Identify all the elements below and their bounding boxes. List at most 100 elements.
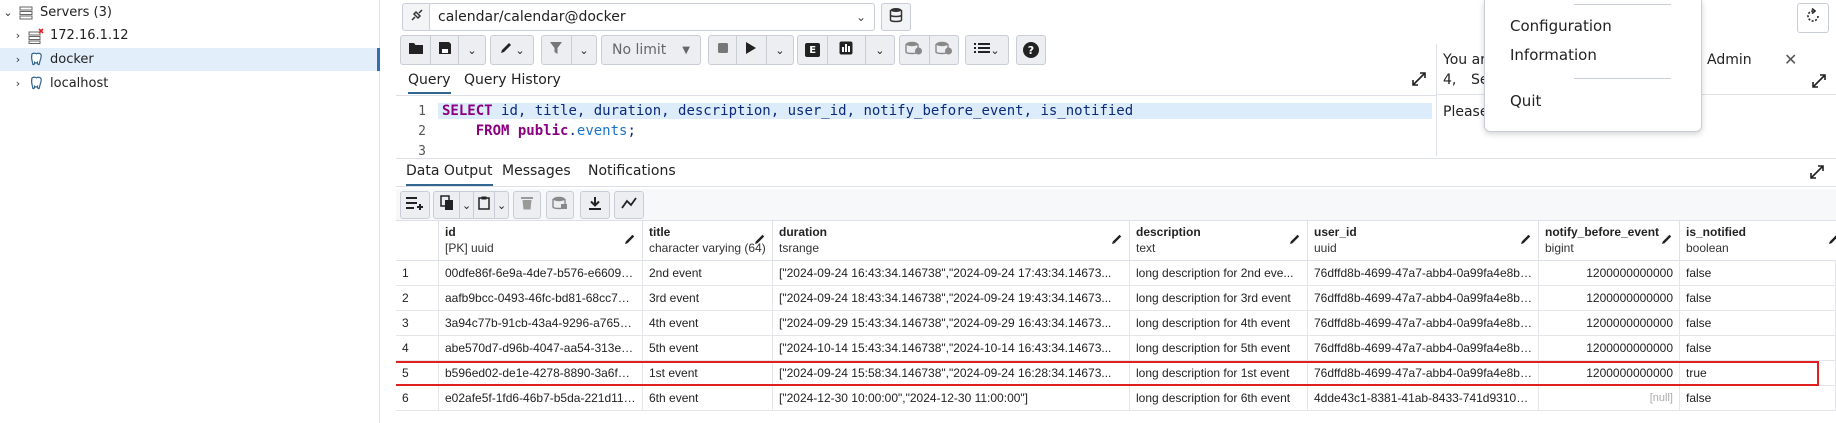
column-header-id[interactable]: id [PK] uuid bbox=[439, 221, 643, 261]
chevron-right-icon[interactable]: › bbox=[10, 29, 26, 42]
row-number[interactable]: 1 bbox=[396, 261, 439, 286]
filter-button[interactable] bbox=[542, 36, 571, 64]
paste-button[interactable] bbox=[472, 192, 494, 218]
filter-dropdown-button[interactable]: ⌄ bbox=[570, 36, 596, 64]
new-connection-button[interactable] bbox=[881, 3, 911, 31]
limit-select[interactable]: No limit ▼ bbox=[601, 35, 701, 65]
menu-item-configuration[interactable]: Configuration bbox=[1510, 17, 1612, 35]
cell-id[interactable]: 00dfe86f-6e9a-4de7-b576-e6609e5063... bbox=[439, 261, 643, 286]
cell-notify-before-event[interactable]: 1200000000000 bbox=[1539, 311, 1680, 336]
pencil-icon[interactable] bbox=[624, 233, 636, 249]
cell-duration[interactable]: ["2024-09-29 15:43:34.146738","2024-09-2… bbox=[773, 311, 1130, 336]
download-button[interactable] bbox=[580, 191, 610, 219]
cell-notify-before-event[interactable]: 1200000000000 bbox=[1539, 361, 1680, 386]
cell-user-id[interactable]: 76dffd8b-4699-47a7-abb4-0a99fa4e8b3b bbox=[1308, 311, 1539, 336]
cell-is-notified[interactable]: true bbox=[1680, 361, 1836, 386]
cell-duration[interactable]: ["2024-09-24 15:58:34.146738","2024-09-2… bbox=[773, 361, 1130, 386]
pencil-icon[interactable] bbox=[1661, 233, 1673, 249]
cell-duration[interactable]: ["2024-09-24 18:43:34.146738","2024-09-2… bbox=[773, 286, 1130, 311]
tree-item-servers[interactable]: ⌄ Servers (3) bbox=[0, 1, 112, 24]
cell-is-notified[interactable]: false bbox=[1680, 311, 1836, 336]
pencil-icon[interactable] bbox=[1111, 233, 1123, 249]
cell-id[interactable]: b596ed02-de1e-4278-8890-3a6f386b3... bbox=[439, 361, 643, 386]
table-row-highlighted[interactable]: 5 b596ed02-de1e-4278-8890-3a6f386b3... 1… bbox=[396, 361, 1836, 386]
cell-notify-before-event[interactable]: 1200000000000 bbox=[1539, 286, 1680, 311]
commit-button[interactable] bbox=[900, 36, 929, 64]
cell-description[interactable]: long description for 4th event bbox=[1130, 311, 1308, 336]
cell-id[interactable]: 3a94c77b-91cb-43a4-9296-a7650a337... bbox=[439, 311, 643, 336]
column-header-notify-before-event[interactable]: notify_before_event bigint bbox=[1539, 221, 1680, 261]
save-data-button[interactable] bbox=[546, 191, 574, 219]
menu-item-information[interactable]: Information bbox=[1510, 46, 1597, 64]
cell-duration[interactable]: ["2024-12-30 10:00:00","2024-12-30 11:00… bbox=[773, 386, 1130, 411]
pencil-icon[interactable] bbox=[1828, 233, 1836, 249]
cell-title[interactable]: 3rd event bbox=[643, 286, 773, 311]
edit-button[interactable]: ⌄ bbox=[490, 35, 534, 65]
cell-description[interactable]: long description for 6th event bbox=[1130, 386, 1308, 411]
paste-dropdown-button[interactable]: ⌄ bbox=[494, 192, 508, 218]
connection-status-button[interactable] bbox=[402, 3, 432, 31]
cell-duration[interactable]: ["2024-09-24 16:43:34.146738","2024-09-2… bbox=[773, 261, 1130, 286]
cell-id[interactable]: e02afe5f-1fd6-46b7-b5da-221d11fc7890 bbox=[439, 386, 643, 411]
pencil-icon[interactable] bbox=[754, 233, 766, 249]
cell-user-id[interactable]: 76dffd8b-4699-47a7-abb4-0a99fa4e8b3b bbox=[1308, 361, 1539, 386]
delete-button[interactable] bbox=[513, 191, 541, 219]
pencil-icon[interactable] bbox=[1520, 233, 1532, 249]
save-file-button[interactable] bbox=[430, 36, 458, 64]
connection-select[interactable]: calendar/calendar@docker ⌄ bbox=[429, 3, 875, 31]
cell-is-notified[interactable]: false bbox=[1680, 286, 1836, 311]
cell-user-id[interactable]: 76dffd8b-4699-47a7-abb4-0a99fa4e8b3b bbox=[1308, 286, 1539, 311]
copy-dropdown-button[interactable]: ⌄ bbox=[459, 192, 473, 218]
cell-notify-before-event[interactable]: 1200000000000 bbox=[1539, 336, 1680, 361]
explain-analyze-button[interactable] bbox=[827, 36, 864, 64]
cell-title[interactable]: 4th event bbox=[643, 311, 773, 336]
tree-item-docker[interactable]: › docker bbox=[0, 48, 380, 71]
stop-button[interactable] bbox=[709, 36, 736, 64]
cell-title[interactable]: 2nd event bbox=[643, 261, 773, 286]
cell-user-id[interactable]: 76dffd8b-4699-47a7-abb4-0a99fa4e8b3b bbox=[1308, 336, 1539, 361]
tree-item-localhost[interactable]: › localhost bbox=[10, 72, 109, 95]
pencil-icon[interactable] bbox=[1289, 233, 1301, 249]
cell-id[interactable]: aafb9bcc-0493-46fc-bd81-68cc75a15a... bbox=[439, 286, 643, 311]
tab-messages[interactable]: Messages bbox=[502, 163, 571, 179]
cell-description[interactable]: long description for 2nd eve... bbox=[1130, 261, 1308, 286]
save-dropdown-button[interactable]: ⌄ bbox=[458, 36, 485, 64]
column-header-duration[interactable]: duration tsrange bbox=[773, 221, 1130, 261]
table-row[interactable]: 4 abe570d7-d96b-4047-aa54-313ef73ed... 5… bbox=[396, 336, 1836, 361]
rollback-button[interactable] bbox=[928, 36, 958, 64]
cell-is-notified[interactable]: false bbox=[1680, 336, 1836, 361]
column-header-description[interactable]: description text bbox=[1130, 221, 1308, 261]
explain-button[interactable]: E bbox=[798, 36, 827, 64]
macros-button[interactable]: ⌄ bbox=[965, 35, 1009, 65]
refresh-button[interactable] bbox=[1797, 3, 1829, 33]
row-number[interactable]: 4 bbox=[396, 336, 439, 361]
row-number[interactable]: 5 bbox=[396, 361, 439, 386]
row-number[interactable]: 3 bbox=[396, 311, 439, 336]
cell-description[interactable]: long description for 1st event bbox=[1130, 361, 1308, 386]
row-number[interactable]: 6 bbox=[396, 386, 439, 411]
tab-notifications[interactable]: Notifications bbox=[588, 163, 676, 179]
cell-notify-before-event[interactable]: [null] bbox=[1539, 386, 1680, 411]
cell-title[interactable]: 6th event bbox=[643, 386, 773, 411]
expand-icon[interactable] bbox=[1810, 165, 1824, 183]
cell-is-notified[interactable]: false bbox=[1680, 261, 1836, 286]
table-row[interactable]: 6 e02afe5f-1fd6-46b7-b5da-221d11fc7890 6… bbox=[396, 386, 1836, 411]
cell-title[interactable]: 5th event bbox=[643, 336, 773, 361]
cell-user-id[interactable]: 76dffd8b-4699-47a7-abb4-0a99fa4e8b3b bbox=[1308, 261, 1539, 286]
column-header-title[interactable]: title character varying (64) bbox=[643, 221, 773, 261]
cell-notify-before-event[interactable]: 1200000000000 bbox=[1539, 261, 1680, 286]
cell-title[interactable]: 1st event bbox=[643, 361, 773, 386]
graph-visualiser-button[interactable] bbox=[614, 191, 644, 219]
cell-description[interactable]: long description for 5th event bbox=[1130, 336, 1308, 361]
chevron-right-icon[interactable]: › bbox=[10, 53, 26, 66]
tab-data-output[interactable]: Data Output bbox=[406, 163, 493, 186]
chevron-right-icon[interactable]: › bbox=[10, 77, 26, 90]
open-file-button[interactable] bbox=[401, 36, 430, 64]
table-row[interactable]: 3 3a94c77b-91cb-43a4-9296-a7650a337... 4… bbox=[396, 311, 1836, 336]
cell-user-id[interactable]: 4dde43c1-8381-41ab-8433-741d931081ff bbox=[1308, 386, 1539, 411]
menu-item-quit[interactable]: Quit bbox=[1510, 92, 1541, 110]
column-header-is-notified[interactable]: is_notified boolean bbox=[1680, 221, 1836, 261]
add-row-button[interactable] bbox=[400, 191, 430, 219]
cell-is-notified[interactable]: false bbox=[1680, 386, 1836, 411]
explain-dropdown-button[interactable]: ⌄ bbox=[864, 36, 894, 64]
